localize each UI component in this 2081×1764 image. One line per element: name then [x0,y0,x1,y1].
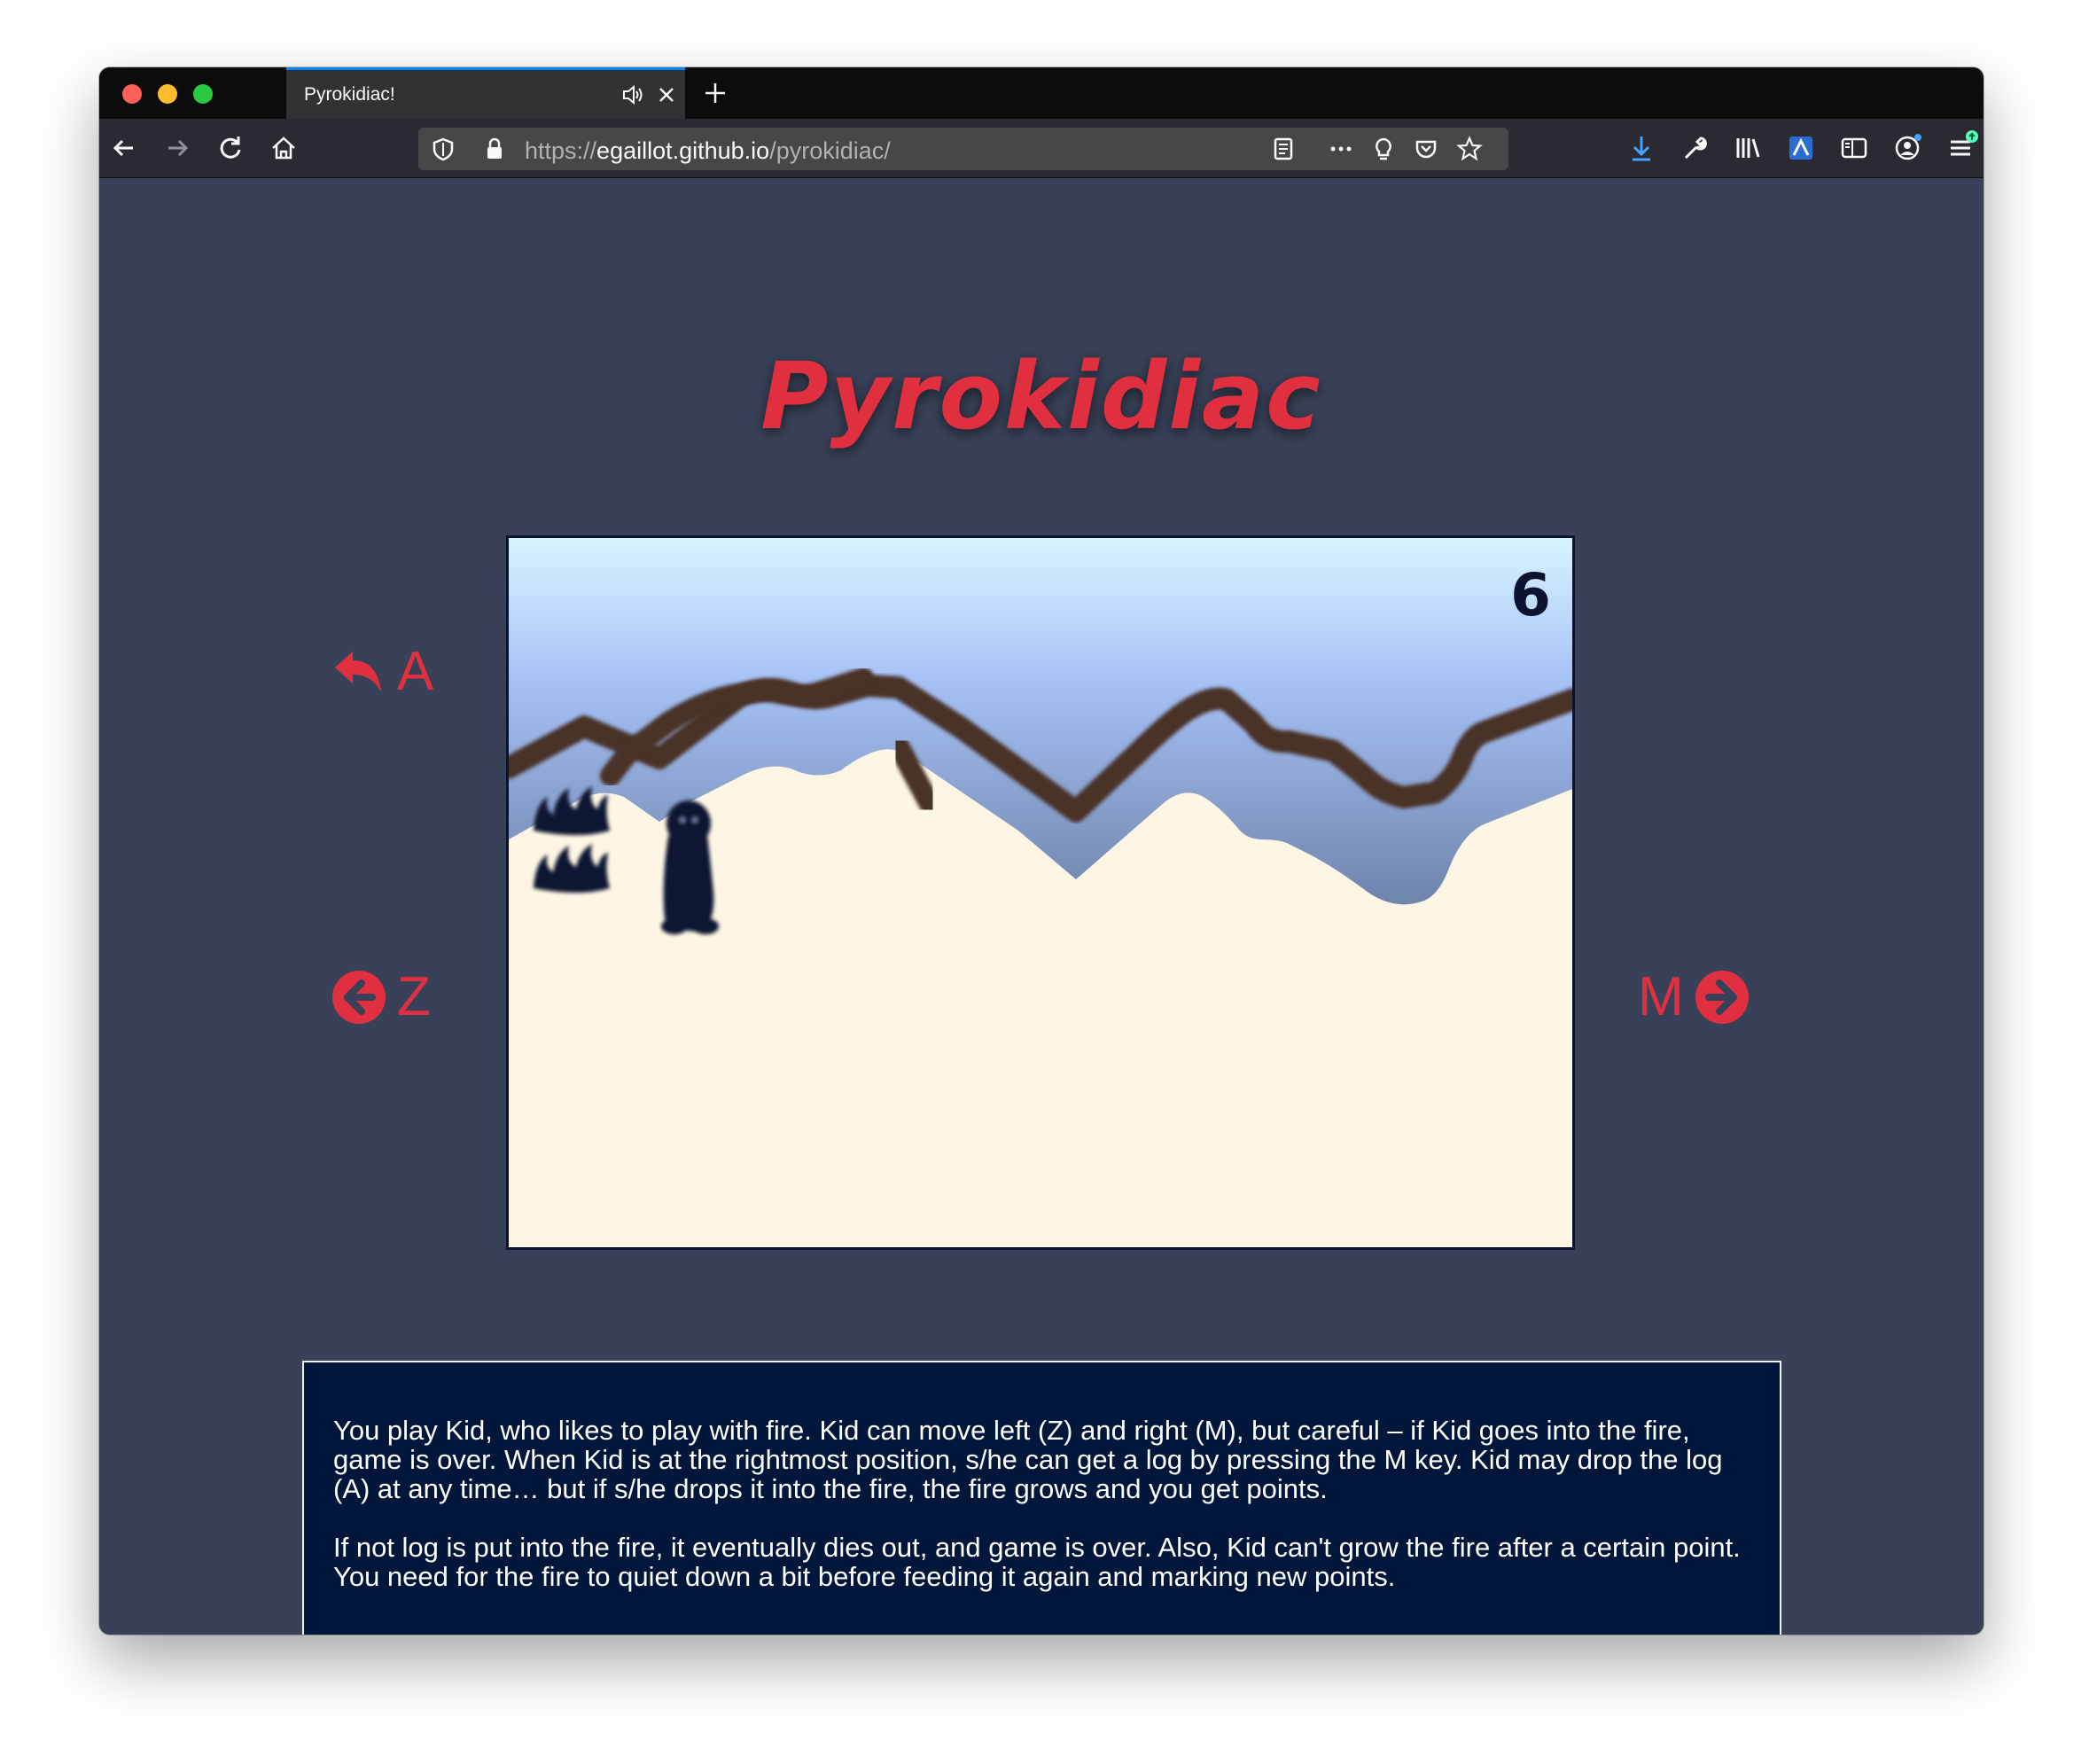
arrow-circle-left-icon [332,970,386,1024]
right-key-label: M [1638,966,1684,1027]
browser-window: Pyrokidiac! https://egaillot.github.io/p… [99,67,1984,1635]
bookmark-star-icon[interactable] [1455,135,1484,163]
menu-icon[interactable] [1943,130,1978,166]
move-left-control[interactable]: Z [331,965,431,1028]
kid-character [661,800,719,934]
lock-icon[interactable] [480,135,509,163]
sidebar-icon[interactable] [1836,130,1872,166]
url-host: egaillot.github.io [596,137,770,164]
minimize-window-button[interactable] [158,84,177,104]
wrench-icon[interactable] [1677,130,1712,166]
game-canvas[interactable]: 6 [506,535,1575,1250]
back-icon[interactable] [106,130,142,166]
game-logo: Pyrokidiac [760,342,1322,450]
tab-pyrokidiac[interactable]: Pyrokidiac! [286,67,685,119]
downloads-icon[interactable] [1624,130,1659,166]
page-content: Pyrokidiac A Z M 6 You play Kid, who lik… [99,178,1984,1635]
url-text[interactable]: https://egaillot.github.io/pyrokidiac/ [525,137,891,165]
instructions-paragraph-1: You play Kid, who likes to play with fir… [333,1415,1723,1504]
move-right-control[interactable]: M [1638,965,1750,1028]
drop-log-control[interactable]: A [331,640,433,703]
game-scene [509,538,1572,1247]
zoom-window-button[interactable] [193,84,213,104]
address-bar[interactable]: https://egaillot.github.io/pyrokidiac/ [418,128,1508,170]
undo-arrow-icon [335,651,381,692]
account-icon[interactable] [1890,130,1925,166]
navigation-toolbar: https://egaillot.github.io/pyrokidiac/ [99,119,1984,178]
forward-icon[interactable] [160,130,195,166]
score-counter: 6 [1510,561,1551,629]
drop-key-label: A [397,641,434,702]
instructions-paragraph-2: If not log is put into the fire, it even… [333,1532,1741,1592]
url-path: /pyrokidiac/ [769,137,891,164]
speaker-icon[interactable] [620,82,646,108]
lightbulb-icon[interactable] [1369,135,1398,163]
new-tab-icon[interactable] [698,76,732,110]
tracking-shield-icon[interactable] [429,135,457,163]
arrow-circle-right-icon [1695,970,1749,1024]
library-icon[interactable] [1730,130,1765,166]
left-key-label: Z [397,966,431,1027]
reader-view-icon[interactable] [1269,135,1298,163]
close-window-button[interactable] [122,84,142,104]
tab-bar: Pyrokidiac! [99,67,1984,119]
home-icon[interactable] [266,130,301,166]
page-actions-icon[interactable] [1327,135,1355,163]
instructions-panel: You play Kid, who likes to play with fir… [302,1361,1781,1635]
pocket-icon[interactable] [1412,135,1440,163]
extension-icon[interactable] [1783,130,1819,166]
close-tab-icon[interactable] [653,82,680,108]
tab-title: Pyrokidiac! [304,84,395,105]
url-scheme: https:// [525,137,597,164]
reload-icon[interactable] [213,130,248,166]
